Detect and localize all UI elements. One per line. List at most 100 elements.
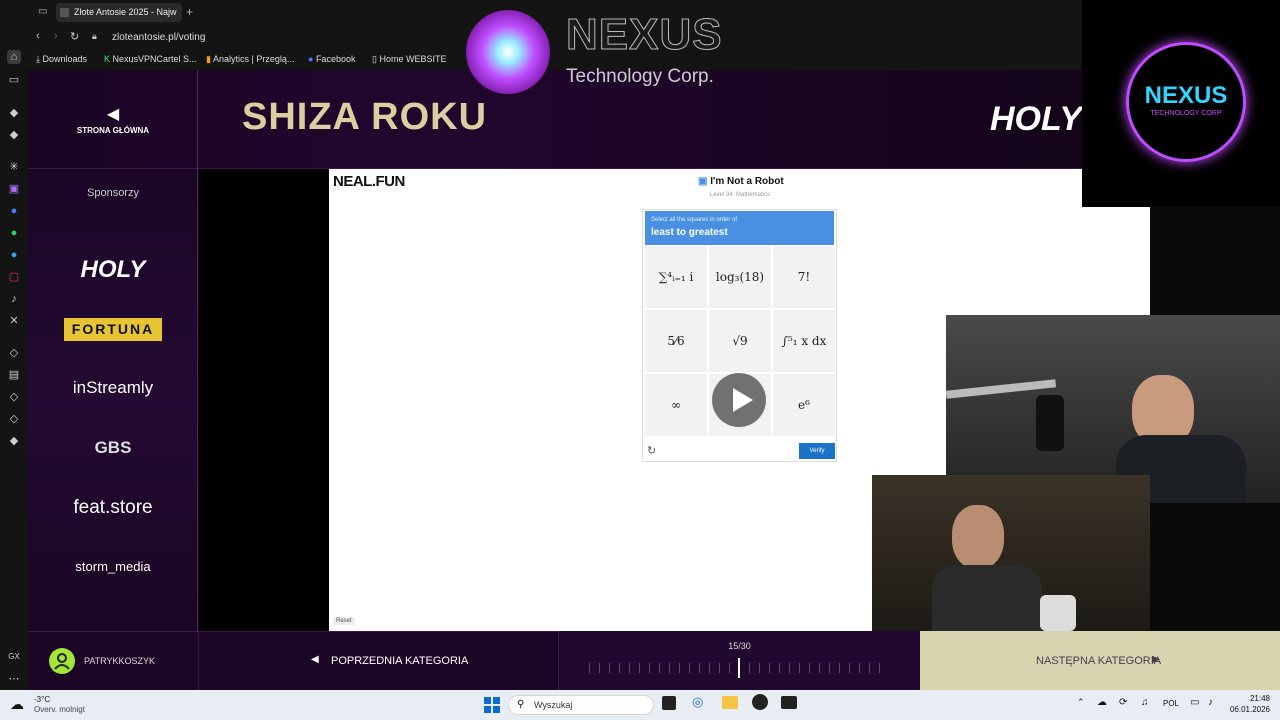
diamond-icon[interactable]: ◇ <box>7 390 21 404</box>
telegram-icon[interactable]: ● <box>7 248 21 262</box>
nexus-logo-title: NEXUS <box>1144 82 1228 109</box>
tiktok-icon[interactable]: ♪ <box>7 292 21 306</box>
more-icon[interactable]: ⋯ <box>7 672 21 686</box>
url-field[interactable]: zloteantosie.pl/voting <box>112 32 205 43</box>
game-icon[interactable]: ▭ <box>7 73 21 87</box>
user-name: PATRYKKOSZYK <box>84 656 156 666</box>
taskbar-search[interactable]: ⚲ Wyszukaj <box>508 695 654 715</box>
task-view-icon[interactable] <box>662 696 676 710</box>
clock-time[interactable]: 21:48 <box>1226 694 1270 703</box>
game-title: ▣ I'm Not a Robot <box>698 176 784 187</box>
next-category-label: NASTĘPNA KATEGORIA <box>1036 655 1162 667</box>
bookmark-nexusvpn[interactable]: K NexusVPNCartel S... <box>104 54 197 64</box>
k-icon: K <box>104 54 113 64</box>
category-title: SHIZA ROKU <box>242 96 488 138</box>
captcha-instruction-small: Select all the squares in order of <box>651 217 738 223</box>
sync-icon[interactable]: ⟳ <box>1119 697 1127 708</box>
terminal-icon[interactable] <box>781 696 797 709</box>
twitch-icon[interactable]: ▣ <box>7 182 21 196</box>
home-label[interactable]: STRONA GŁÓWNA <box>28 126 198 135</box>
chatgpt-icon[interactable]: ✳ <box>7 160 21 174</box>
nealfun-logo[interactable]: NEAL.FUN <box>333 173 405 190</box>
diamond-icon[interactable]: ◆ <box>7 106 21 120</box>
mic-icon[interactable]: ♫ <box>1141 697 1149 708</box>
clock-date[interactable]: 06.01.2026 <box>1222 705 1270 714</box>
home-icon[interactable]: ⌂ <box>7 50 21 64</box>
captcha-cell[interactable]: √9 <box>709 310 771 372</box>
whatsapp-icon[interactable]: ● <box>7 226 21 240</box>
reset-button[interactable]: Reset <box>333 617 355 625</box>
sponsor-fortuna[interactable]: FORTUNA <box>64 318 162 341</box>
diamond-icon[interactable]: ◇ <box>7 412 21 426</box>
bookmark-facebook[interactable]: ● Facebook <box>308 54 355 64</box>
sponsor-stormmedia[interactable]: storm_media <box>28 559 198 574</box>
windows-start-icon[interactable] <box>484 697 500 713</box>
analytics-icon: ▮ <box>206 54 213 64</box>
cloud-icon[interactable]: ☁ <box>1097 697 1107 708</box>
favicon-icon <box>60 8 69 17</box>
app-icon[interactable] <box>752 694 768 710</box>
avatar[interactable] <box>49 648 75 674</box>
user-icon <box>54 653 70 670</box>
browser-taskbar-icon[interactable]: ◎ <box>692 694 703 710</box>
volume-icon[interactable]: ♪ <box>1208 697 1213 708</box>
guest-hand <box>1040 595 1076 631</box>
sponsor-featstore[interactable]: feat.store <box>28 497 198 519</box>
captcha-cell[interactable]: ∞ <box>645 374 707 436</box>
x-icon[interactable]: ✕ <box>7 314 21 328</box>
nexus-title: NEXUS <box>566 10 723 60</box>
captcha-cell[interactable]: e⁶ <box>773 374 835 436</box>
sponsor-instreamly[interactable]: inStreamly <box>28 378 198 398</box>
bookmark-downloads[interactable]: ⤓ Downloads <box>36 54 87 65</box>
weather-desc[interactable]: Overv. molnigt <box>34 705 85 714</box>
captcha-cell[interactable]: log₃(18) <box>709 246 771 308</box>
home-arrow-icon: ◀ <box>106 106 120 123</box>
progress-text: 15/30 <box>728 641 751 651</box>
prev-category-button[interactable]: ◀ POPRZEDNIA KATEGORIA <box>198 631 559 690</box>
arrow-left-icon: ◀ <box>311 654 319 665</box>
embed-margin <box>199 169 329 631</box>
sponsor-gbs[interactable]: GBS <box>28 438 198 458</box>
diamond-icon[interactable]: ◇ <box>7 346 21 360</box>
guest-face <box>952 505 1004 569</box>
captcha-cell[interactable]: 5⁄6 <box>645 310 707 372</box>
lang-indicator[interactable]: POL <box>1163 699 1179 708</box>
search-placeholder: Wyszukaj <box>534 700 573 710</box>
robot-icon: ▣ <box>698 176 711 187</box>
tab-menu-icon[interactable]: ▭ <box>38 6 47 17</box>
tray-chevron-icon[interactable]: ⌃ <box>1077 697 1085 708</box>
instagram-icon[interactable]: ▢ <box>7 270 21 284</box>
bookmark-home-website[interactable]: ▯ Home WEBSITE <box>372 54 446 65</box>
new-tab-icon[interactable]: + <box>186 5 193 19</box>
diamond-icon[interactable]: ◆ <box>7 128 21 142</box>
captcha-cell[interactable]: ∑⁴ᵢ₌₁ i <box>645 246 707 308</box>
search-icon: ⚲ <box>517 699 525 710</box>
captcha-cell[interactable]: 7! <box>773 246 835 308</box>
refresh-icon[interactable]: ↻ <box>647 444 656 457</box>
bookmark-analytics[interactable]: ▮ Analytics | Przeglą... <box>206 54 294 65</box>
reload-icon[interactable]: ↻ <box>70 30 79 43</box>
messenger-icon[interactable]: ● <box>7 204 21 218</box>
verify-button[interactable]: Verify <box>799 443 835 459</box>
sponsors-heading: Sponsorzy <box>87 187 139 199</box>
sponsor-holy[interactable]: HOLY <box>28 256 198 284</box>
play-icon <box>733 388 753 412</box>
forward-icon[interactable]: › <box>54 30 58 42</box>
gx-icon[interactable]: GX <box>7 650 21 664</box>
diamond-icon[interactable]: ◆ <box>7 434 21 448</box>
wallet-icon[interactable]: ▤ <box>7 368 21 382</box>
play-button[interactable] <box>712 373 766 427</box>
network-icon[interactable]: ▭ <box>1190 697 1199 708</box>
tab-active[interactable]: Złote Antosie 2025 - Najw <box>56 3 182 22</box>
back-icon[interactable]: ‹ <box>36 30 40 42</box>
explorer-icon[interactable] <box>722 696 738 709</box>
tab-title: Złote Antosie 2025 - Najw <box>74 7 177 17</box>
weather-temp[interactable]: -3°C <box>34 695 50 704</box>
weather-icon: ☁ <box>10 696 24 712</box>
captcha-cell[interactable]: ∫⁵₁ x dx <box>773 310 835 372</box>
header-brand-logo: HOLY <box>990 100 1082 138</box>
home-link-area[interactable]: ◀ STRONA GŁÓWNA <box>28 70 198 169</box>
captcha-header: Select all the squares in order of least… <box>645 211 834 245</box>
next-category-button[interactable]: NASTĘPNA KATEGORIA ▶ <box>920 631 1280 690</box>
progress-marker <box>738 658 740 678</box>
